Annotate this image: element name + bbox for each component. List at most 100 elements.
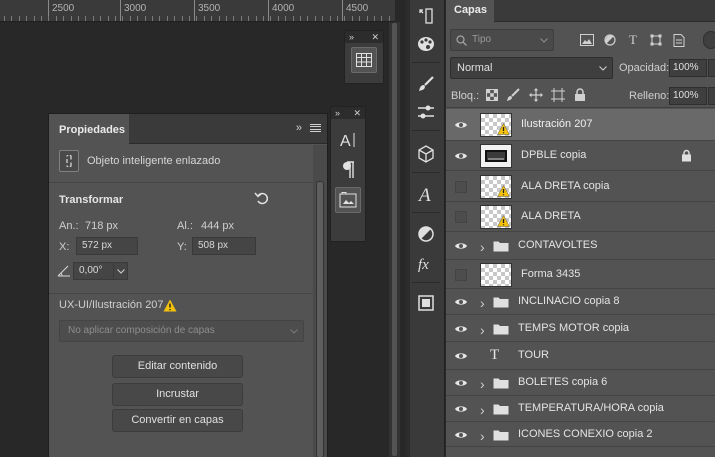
eye-icon[interactable] [454, 296, 468, 308]
eye-icon[interactable] [454, 150, 468, 162]
embed-button[interactable]: Incrustar [112, 383, 243, 406]
brush-settings-icon[interactable] [414, 72, 438, 96]
layer-name[interactable]: ICONES CONEXIO copia 2 [518, 428, 653, 440]
layer-name[interactable]: TOUR [518, 349, 549, 361]
edit-contents-button[interactable]: Editar contenido [112, 355, 243, 378]
warning-icon [163, 299, 177, 312]
eye-icon[interactable] [454, 119, 468, 131]
layer-row[interactable]: › TEMPERATURA/HORA copia [446, 396, 715, 422]
lock-transparency-icon[interactable] [486, 89, 498, 101]
eye-icon[interactable] [454, 323, 468, 335]
expand-chevron-icon[interactable]: › [480, 402, 485, 418]
type-filter-icon[interactable]: T [626, 32, 640, 47]
eye-icon[interactable] [454, 429, 468, 441]
visibility-toggle[interactable] [455, 269, 467, 281]
close-icon[interactable]: ✕ [371, 32, 379, 43]
dock-grip[interactable] [406, 0, 410, 457]
lock-pixels-icon[interactable] [506, 88, 520, 102]
eye-icon[interactable] [454, 403, 468, 415]
lock-all-icon[interactable] [574, 88, 586, 102]
color-palette-icon[interactable] [414, 32, 438, 56]
pixel-filter-icon[interactable] [580, 33, 594, 47]
fx-icon[interactable]: fx [414, 252, 438, 276]
layer-row[interactable]: › CONTAVOLTES [446, 232, 715, 260]
blend-mode-label: Normal [457, 62, 493, 74]
blend-mode-select[interactable]: Normal [450, 57, 613, 79]
lock-position-icon[interactable] [529, 88, 543, 102]
layer-comp-select[interactable]: No aplicar composición de capas [59, 320, 304, 342]
layer-filter-select[interactable]: Tipo [450, 29, 554, 51]
table-icon[interactable] [351, 47, 377, 73]
layer-row[interactable]: DPBLE copia [446, 141, 715, 171]
convert-to-layers-button[interactable]: Convertir en capas [112, 409, 243, 432]
layer-row[interactable]: Forma 3435 [446, 260, 715, 289]
ruler-minor-tick [152, 16, 153, 21]
lock-artboard-icon[interactable] [551, 88, 565, 102]
paragraph-icon[interactable] [335, 157, 361, 183]
paragraph-styles-icon[interactable] [335, 187, 361, 213]
shape-filter-icon[interactable] [649, 33, 663, 47]
glyphs-icon[interactable]: A [414, 182, 438, 206]
layer-row[interactable]: Ilustración 207 [446, 109, 715, 141]
expand-chevron-icon[interactable]: › [480, 428, 485, 444]
visibility-toggle[interactable] [455, 211, 467, 223]
3d-cube-icon[interactable] [414, 142, 438, 166]
layer-name[interactable]: Forma 3435 [521, 268, 580, 280]
canvas-vertical-scrollbar[interactable] [389, 22, 400, 457]
layer-row[interactable]: T TOUR [446, 342, 715, 370]
eye-icon[interactable] [454, 350, 468, 362]
expand-chevron-icon[interactable]: › [480, 376, 485, 392]
tab-properties[interactable]: Propiedades [49, 114, 129, 145]
expand-chevron-icon[interactable]: › [480, 322, 485, 338]
properties-scrollbar[interactable] [313, 145, 327, 457]
ruler-minor-tick [130, 16, 131, 21]
layer-row[interactable]: ALA DRETA copia [446, 171, 715, 202]
layer-row[interactable]: › TEMPS MOTOR copia [446, 315, 715, 342]
fill-slider-toggle[interactable] [708, 87, 715, 105]
opacity-input[interactable]: 100% [669, 59, 707, 77]
expand-chevron-icon[interactable]: › [480, 239, 485, 255]
close-icon[interactable]: ✕ [353, 108, 361, 119]
layer-row[interactable]: › INCLINACIO copia 8 [446, 289, 715, 315]
scroll-thumb[interactable] [316, 181, 324, 457]
visibility-toggle[interactable] [455, 181, 467, 193]
layer-name[interactable]: ALA DRETA [521, 210, 581, 222]
eye-icon[interactable] [454, 377, 468, 389]
adjustment-filter-icon[interactable] [603, 33, 617, 47]
ruler-label: 4000 [272, 3, 295, 14]
layer-name[interactable]: BOLETES copia 6 [518, 376, 607, 388]
character-icon[interactable]: A [335, 127, 361, 153]
adjustments-icon[interactable] [414, 100, 438, 124]
y-position-input[interactable]: 508 px [192, 237, 256, 255]
collapse-icon[interactable]: » [349, 32, 354, 42]
history-icon[interactable] [414, 4, 438, 28]
opacity-slider-toggle[interactable] [708, 59, 715, 77]
eye-icon[interactable] [454, 240, 468, 252]
layer-name[interactable]: CONTAVOLTES [518, 239, 597, 251]
layer-row[interactable]: ALA DRETA [446, 202, 715, 232]
layer-name[interactable]: Ilustración 207 [521, 118, 593, 130]
scroll-thumb[interactable] [391, 22, 398, 457]
layer-name[interactable]: TEMPERATURA/HORA copia [518, 402, 664, 414]
layer-name[interactable]: INCLINACIO copia 8 [518, 295, 619, 307]
layer-name[interactable]: ALA DRETA copia [521, 180, 609, 192]
reset-transform-icon[interactable] [254, 191, 270, 208]
collapse-icon[interactable]: » [335, 108, 340, 118]
artboard-icon[interactable] [414, 291, 438, 315]
layer-name[interactable]: DPBLE copia [521, 149, 586, 161]
layer-row[interactable]: › BOLETES copia 6 [446, 370, 715, 396]
layer-name[interactable]: TEMPS MOTOR copia [518, 322, 629, 334]
collapse-icon[interactable]: » [296, 122, 302, 134]
filter-toggle[interactable] [703, 31, 715, 49]
tab-layers[interactable]: Capas [446, 0, 494, 23]
x-position-input[interactable]: 572 px [76, 237, 138, 255]
smart-object-filter-icon[interactable] [672, 33, 686, 47]
chevron-down-icon[interactable] [113, 262, 128, 280]
layer-row[interactable]: › ICONES CONEXIO copia 2 [446, 422, 715, 447]
fill-input[interactable]: 100% [669, 87, 707, 105]
height-value[interactable]: 444 px [201, 220, 234, 232]
expand-chevron-icon[interactable]: › [480, 295, 485, 311]
mask-icon[interactable] [414, 222, 438, 246]
panel-menu-icon[interactable] [310, 123, 321, 133]
width-value[interactable]: 718 px [85, 220, 118, 232]
